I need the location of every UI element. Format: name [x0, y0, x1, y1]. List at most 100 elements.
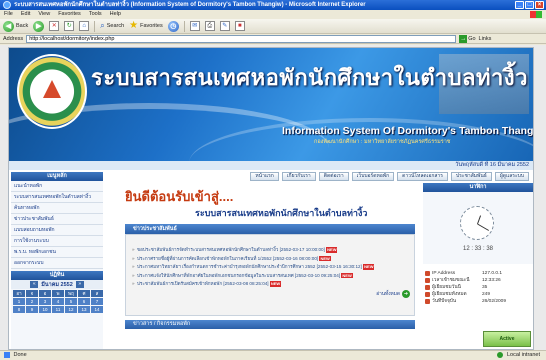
calendar-day[interactable]: 5	[65, 298, 77, 305]
stat-row: IP Address 127.0.0.1	[425, 270, 533, 277]
menu-favorites[interactable]: Favorites	[58, 10, 81, 19]
calendar-day[interactable]: 7	[91, 298, 103, 305]
clock-time: 12 : 33 : 38	[462, 246, 494, 252]
logo-emblem	[43, 80, 61, 98]
forward-button[interactable]: ▶	[33, 20, 45, 32]
menu-file[interactable]: File	[4, 10, 13, 19]
bullet-icon: »	[132, 272, 135, 278]
sidebar-item[interactable]: แบบสอบถามหอพัก	[11, 225, 103, 236]
nav-webboard[interactable]: เว็บบอร์ดหอพัก	[351, 172, 395, 181]
nav-contact[interactable]: ติดต่อเรา	[318, 172, 349, 181]
close-button[interactable]: ×	[535, 1, 544, 9]
sidebar-item[interactable]: ค้นหาหอพัก	[11, 203, 103, 214]
calendar-day[interactable]: 1	[13, 298, 25, 305]
stat-icon	[425, 285, 430, 290]
welcome-subheading: ระบบสารสนเทศหอพักนักศึกษาในตำบลท่างิ้ว	[195, 208, 368, 218]
left-sidebar: เมนูหลัก แนะนำหอพัก ระบบสารสนเทศหอพักในต…	[11, 172, 103, 349]
toolbar-divider	[183, 20, 185, 32]
stat-icon	[425, 271, 430, 276]
activity-section-title: ข่าวสาร / กิจกรรมหอพัก	[125, 320, 415, 329]
calendar-day[interactable]: 8	[13, 306, 25, 313]
back-button[interactable]: ◀ Back	[3, 20, 28, 32]
mail-button[interactable]: ✉	[189, 21, 200, 31]
sidebar-item[interactable]: ระบบสารสนเทศหอพักในตำบลท่างิ้ว	[11, 192, 103, 203]
nav-download[interactable]: ดาวน์โหลดเอกสาร	[397, 172, 448, 181]
bullet-icon: »	[132, 281, 135, 287]
sidebar-item[interactable]: พ.ร.บ. หอพักเอกชน	[11, 247, 103, 258]
news-item[interactable]: » ประกาศรายชื่อผู้ที่ผ่านการคัดเลือกเข้า…	[132, 255, 410, 262]
nav-admin[interactable]: ผู้ดูแลระบบ	[494, 172, 529, 181]
news-list: » ขอประชาสัมพันธ์การจัดทำระบบสารสนเทศหอพ…	[125, 234, 415, 316]
advertisement-banner[interactable]: Active	[483, 331, 531, 347]
edit-button[interactable]: ✎	[219, 21, 230, 31]
print-button[interactable]: ⎙	[204, 21, 215, 31]
news-item[interactable]: » ประกาศแจ้งให้นักศึกษาที่พักอาศัยในหอพั…	[132, 272, 410, 279]
search-button[interactable]: ⌕ Search	[100, 20, 124, 32]
calendar-day[interactable]: 11	[52, 306, 64, 313]
nav-about[interactable]: เกี่ยวกับเรา	[281, 172, 316, 181]
toolbar-divider	[94, 20, 96, 32]
right-sidebar: นาฬิกา 12 : 33 : 38 IP Address 127.0.0.1…	[423, 183, 533, 349]
menu-tools[interactable]: Tools	[89, 10, 102, 19]
calendar-day[interactable]: 6	[78, 298, 90, 305]
window-title: ระบบสารสนเทศหอพักนักศึกษาในตำบลท่างิ้ว (…	[14, 2, 366, 8]
calendar-day[interactable]: 12	[65, 306, 77, 313]
calendar-prev-button[interactable]: «	[30, 281, 39, 288]
sidebar-item[interactable]: การใช้งานระบบ	[11, 236, 103, 247]
history-button[interactable]: ◷	[167, 20, 179, 32]
calendar-day[interactable]: 14	[91, 306, 103, 313]
visitor-stats: IP Address 127.0.0.1 เวลาเข้าชมขณะนี้ 12…	[423, 270, 533, 305]
calendar-weekday: จ	[26, 290, 38, 297]
read-more-link[interactable]: อ่านทั้งหมด ➜	[132, 289, 410, 298]
university-logo	[17, 54, 87, 129]
site-subtitle: กองพัฒนานักศึกษา : มหาวิทยาลัยราชภัฏนครศ…	[314, 139, 451, 145]
news-item[interactable]: » ประกาศมหาวิทยาลัยฯ เรื่องกำหนดการชำระค…	[132, 264, 410, 270]
new-badge: NEW	[269, 281, 282, 287]
stat-icon	[425, 292, 430, 297]
stop-button[interactable]: ✕	[49, 21, 60, 31]
calendar-weekday: พฤ	[65, 290, 77, 297]
menu-view[interactable]: View	[38, 10, 50, 19]
calendar-header: « มีนาคม 2552 »	[11, 280, 103, 289]
nav-news[interactable]: ประชาสัมพันธ์	[450, 172, 492, 181]
minimize-button[interactable]: _	[515, 1, 524, 9]
calendar-day[interactable]: 10	[39, 306, 51, 313]
go-button[interactable]: → Go	[459, 34, 476, 43]
windows-logo-icon	[530, 11, 542, 18]
calendar-day[interactable]: 4	[52, 298, 64, 305]
calendar-day[interactable]: 3	[39, 298, 51, 305]
maximize-button[interactable]: □	[525, 1, 534, 9]
sidebar-item[interactable]: ข่าวประชาสัมพันธ์	[11, 214, 103, 225]
calendar-day[interactable]: 13	[78, 306, 90, 313]
search-icon: ⌕	[100, 21, 105, 30]
star-icon: ★	[129, 20, 139, 31]
sidebar-item[interactable]: แนะนำหอพัก	[11, 181, 103, 192]
site-banner: ระบบสารสนเทศหอพักนักศึกษาในตำบลท่างิ้ว I…	[9, 48, 534, 161]
menu-edit[interactable]: Edit	[21, 10, 30, 19]
stat-icon	[425, 299, 430, 304]
address-label: Address	[3, 35, 24, 42]
calendar-next-button[interactable]: »	[75, 281, 84, 288]
favorites-button[interactable]: ★ Favorites	[129, 20, 163, 32]
back-arrow-icon: ◀	[3, 20, 14, 32]
calendar-day[interactable]: 2	[26, 298, 38, 305]
home-button[interactable]: ⌂	[79, 21, 90, 31]
site-title-english: Information System Of Dormitory's Tambon…	[282, 125, 534, 137]
refresh-button[interactable]: ↻	[64, 21, 75, 31]
news-item[interactable]: » ประชาสัมพันธ์การเปิดรับสมัครเข้าพักหอพ…	[132, 281, 410, 287]
news-item[interactable]: » ขอประชาสัมพันธ์การจัดทำระบบสารสนเทศหอพ…	[132, 247, 410, 253]
stat-icon	[425, 278, 430, 283]
nav-home[interactable]: หน้าแรก	[250, 172, 279, 181]
new-badge: NEW	[326, 247, 338, 253]
messenger-button[interactable]: ■	[234, 21, 245, 31]
calendar-day[interactable]: 9	[26, 306, 38, 313]
calendar-grid: อา จ อ พ พฤ ศ ส 1 2 3 4 5 6 7 8 9 10 11 …	[11, 289, 103, 314]
links-button[interactable]: Links	[479, 36, 492, 42]
sidebar-item[interactable]: ออกจากระบบ	[11, 258, 103, 269]
address-input[interactable]	[26, 34, 457, 43]
menu-help[interactable]: Help	[110, 10, 121, 19]
welcome-heading: ยินดีต้อนรับเข้าสู่....	[125, 189, 234, 204]
clock-title: นาฬิกา	[423, 183, 533, 192]
news-section-title: ข่าวประชาสัมพันธ์	[125, 224, 415, 234]
intranet-zone-icon	[497, 351, 504, 358]
